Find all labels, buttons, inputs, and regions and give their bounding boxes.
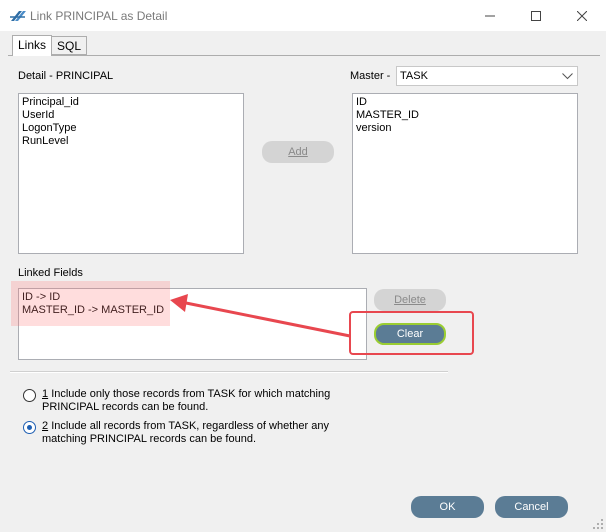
- option-2-text: Include all records from TASK, regardles…: [42, 420, 329, 445]
- option-1-label[interactable]: 1 Include only those records from TASK f…: [42, 388, 342, 414]
- annotation-arrow-icon: [170, 294, 351, 338]
- option-2-number: 2: [42, 420, 49, 432]
- separator-highlight: [10, 372, 448, 373]
- resize-grip-icon[interactable]: [592, 518, 604, 530]
- option-2-radio[interactable]: [23, 421, 36, 434]
- option-2-label[interactable]: 2 Include all records from TASK, regardl…: [42, 420, 342, 446]
- cancel-button[interactable]: Cancel: [495, 496, 568, 518]
- option-1-text: Include only those records from TASK for…: [42, 388, 331, 413]
- option-1-radio[interactable]: [23, 389, 36, 402]
- ok-button[interactable]: OK: [411, 496, 484, 518]
- option-1-number: 1: [42, 388, 49, 400]
